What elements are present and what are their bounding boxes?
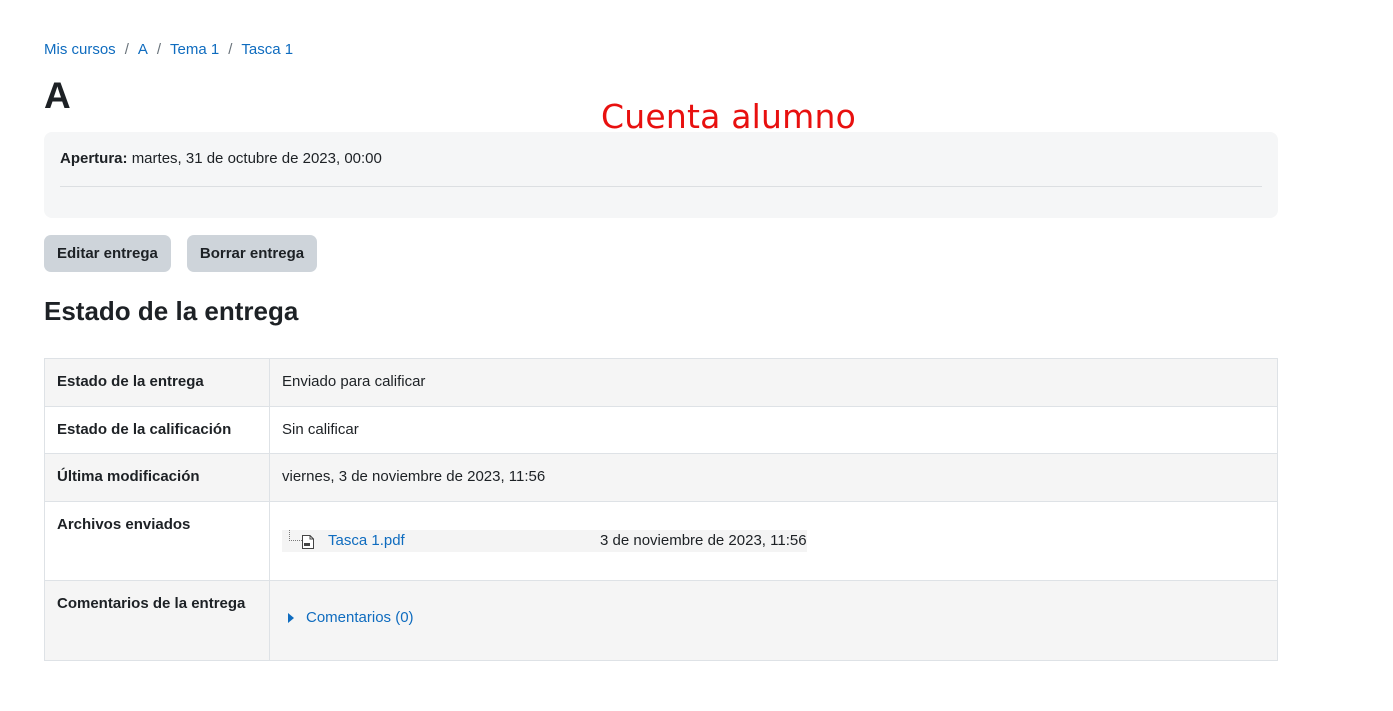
file-link[interactable]: Tasca 1.pdf <box>328 532 405 550</box>
table-row: Archivos enviados Tasca 1.pdf 3 de novie… <box>44 501 1278 581</box>
dates-divider <box>60 186 1262 187</box>
grading-status-value: Sin calificar <box>269 406 1278 454</box>
overlay-annotation: Cuenta alumno <box>601 97 856 136</box>
breadcrumb-item-section[interactable]: Tema 1 <box>170 40 219 60</box>
breadcrumb-item-activity[interactable]: Tasca 1 <box>241 40 293 60</box>
breadcrumb-item-mis-cursos[interactable]: Mis cursos <box>44 40 116 60</box>
breadcrumb-separator: / <box>156 41 162 58</box>
opening-date-label: Apertura: <box>60 150 128 167</box>
breadcrumb-separator: / <box>124 41 129 58</box>
row-label: Estado de la calificación <box>44 406 270 454</box>
table-row: Estado de la entrega Enviado para califi… <box>44 358 1278 407</box>
row-label: Archivos enviados <box>44 501 270 581</box>
table-row: Comentarios de la entrega Comentarios (0… <box>44 580 1278 661</box>
page-title: A <box>44 75 71 116</box>
file-tree-item: Tasca 1.pdf 3 de noviembre de 2023, 11:5… <box>282 530 807 552</box>
submission-comments-cell: Comentarios (0) <box>269 580 1278 661</box>
submission-status-value: Enviado para calificar <box>269 358 1278 407</box>
breadcrumb-separator: / <box>228 41 233 58</box>
delete-submission-button[interactable]: Borrar entrega <box>186 235 318 272</box>
row-label: Comentarios de la entrega <box>44 580 270 661</box>
comments-toggle-label: Comentarios (0) <box>306 609 414 626</box>
submission-status-heading: Estado de la entrega <box>44 296 299 326</box>
table-row: Última modificación viernes, 3 de noviem… <box>44 453 1278 502</box>
breadcrumb-item-course[interactable]: A <box>138 40 148 60</box>
submission-status-table: Estado de la entrega Enviado para califi… <box>44 358 1278 661</box>
breadcrumb: Mis cursos / A / Tema 1 / Tasca 1 <box>44 40 293 60</box>
opening-date-value: martes, 31 de octubre de 2023, 00:00 <box>131 150 382 167</box>
comments-toggle[interactable]: Comentarios (0) <box>282 609 1265 627</box>
table-row: Estado de la calificación Sin calificar <box>44 406 1278 454</box>
edit-submission-button[interactable]: Editar entrega <box>44 235 171 272</box>
submission-actions: Editar entrega Borrar entrega <box>44 235 318 272</box>
row-label: Última modificación <box>44 453 270 502</box>
caret-right-icon <box>288 613 294 623</box>
pdf-file-icon <box>302 535 314 549</box>
activity-dates: Apertura: martes, 31 de octubre de 2023,… <box>44 132 1278 218</box>
row-label: Estado de la entrega <box>44 358 270 407</box>
file-date: 3 de noviembre de 2023, 11:56 <box>600 532 807 549</box>
last-modified-value: viernes, 3 de noviembre de 2023, 11:56 <box>269 453 1278 502</box>
submitted-files-cell: Tasca 1.pdf 3 de noviembre de 2023, 11:5… <box>269 501 1278 581</box>
opening-date-row: Apertura: martes, 31 de octubre de 2023,… <box>60 150 1262 168</box>
tree-connector <box>289 530 302 541</box>
